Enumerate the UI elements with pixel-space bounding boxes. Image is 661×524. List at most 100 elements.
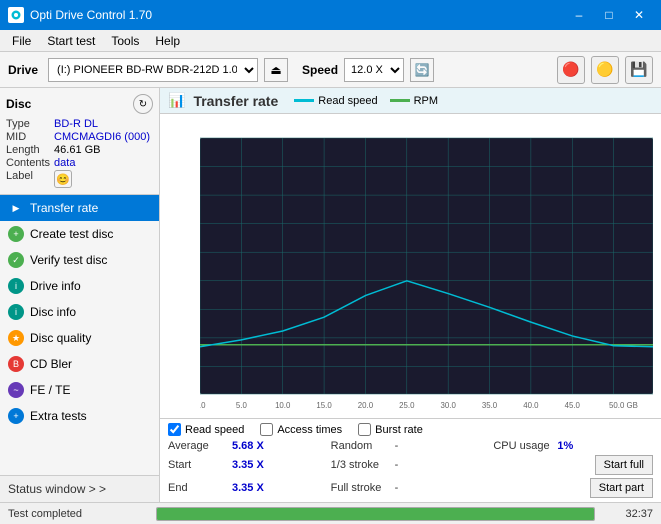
close-button[interactable]: ✕ (625, 5, 653, 25)
full-stroke-value: - (395, 482, 399, 494)
svg-text:30.0: 30.0 (441, 401, 457, 410)
create-test-disc-icon: + (8, 226, 24, 242)
end-stat: End 3.35 X (168, 478, 328, 498)
svg-text:35.0: 35.0 (482, 401, 498, 410)
cpu-usage-label: CPU usage (493, 440, 553, 452)
disc-type-label: Type (6, 118, 50, 130)
chart-area: 📊 Transfer rate Read speed RPM (160, 88, 661, 502)
drive-info-icon: i (8, 278, 24, 294)
burst-rate-checkbox-item: Burst rate (358, 423, 423, 436)
start-full-stat: Start full (493, 455, 653, 475)
disc-label-label: Label (6, 170, 50, 188)
menu-bar: File Start test Tools Help (0, 30, 661, 52)
sidebar: Disc ↻ Type BD-R DL MID CMCMAGDI6 (000) … (0, 88, 160, 502)
menu-help[interactable]: Help (147, 32, 188, 50)
disc-mid-value: CMCMAGDI6 (000) (54, 131, 153, 143)
drive-label: Drive (8, 63, 38, 77)
nav-extra-tests[interactable]: + Extra tests (0, 403, 159, 429)
fe-te-icon: ~ (8, 382, 24, 398)
disc-contents-label: Contents (6, 157, 50, 169)
legend-rpm-color (390, 99, 410, 102)
nav-transfer-rate-label: Transfer rate (30, 201, 98, 215)
legend-rpm: RPM (390, 95, 438, 107)
disc-label-edit[interactable]: 😊 (54, 170, 72, 188)
start-label: Start (168, 459, 228, 471)
settings-button[interactable]: 🔴 (557, 56, 585, 84)
nav-disc-quality[interactable]: ★ Disc quality (0, 325, 159, 351)
access-times-checkbox-item: Access times (260, 423, 342, 436)
legend-read-speed-color (294, 99, 314, 102)
chart-container: 18X 16X 14X 12X 10X 8X 6X 4X 2X 0.0 5.0 … (160, 114, 661, 418)
svg-text:40.0: 40.0 (523, 401, 539, 410)
burst-rate-checkbox[interactable] (358, 423, 371, 436)
average-value: 5.68 X (232, 440, 264, 452)
disc-refresh-button[interactable]: ↻ (133, 94, 153, 114)
start-stat: Start 3.35 X (168, 455, 328, 475)
cpu-usage-stat: CPU usage 1% (493, 440, 653, 452)
disc-label-value: 😊 (54, 170, 153, 188)
nav-cd-bler[interactable]: B CD Bler (0, 351, 159, 377)
menu-tools[interactable]: Tools (103, 32, 147, 50)
legend-read-speed: Read speed (294, 95, 377, 107)
nav-extra-tests-label: Extra tests (30, 409, 87, 423)
disc-info: Type BD-R DL MID CMCMAGDI6 (000) Length … (6, 118, 153, 188)
minimize-button[interactable]: – (565, 5, 593, 25)
main-layout: Disc ↻ Type BD-R DL MID CMCMAGDI6 (000) … (0, 88, 661, 502)
nav-drive-info[interactable]: i Drive info (0, 273, 159, 299)
nav-transfer-rate[interactable]: ▶ Transfer rate (0, 195, 159, 221)
random-label: Random (331, 440, 391, 452)
nav-disc-info-label: Disc info (30, 305, 76, 319)
start-part-button[interactable]: Start part (590, 478, 653, 498)
nav-section: ▶ Transfer rate + Create test disc ✓ Ver… (0, 195, 159, 475)
status-window-button[interactable]: Status window > > (0, 475, 159, 502)
nav-fe-te[interactable]: ~ FE / TE (0, 377, 159, 403)
chart-bottom: Read speed Access times Burst rate Avera… (160, 418, 661, 502)
chart-header: 📊 Transfer rate Read speed RPM (160, 88, 661, 114)
menu-start-test[interactable]: Start test (39, 32, 103, 50)
stats-grid: Average 5.68 X Random - CPU usage 1% Sta… (168, 440, 653, 498)
chart-title: Transfer rate (193, 93, 278, 109)
eject-button[interactable]: ⏏ (264, 58, 288, 82)
access-times-checkbox[interactable] (260, 423, 273, 436)
disc-section-title: Disc (6, 97, 31, 111)
toolbar: Drive (I:) PIONEER BD-RW BDR-212D 1.01 ⏏… (0, 52, 661, 88)
legend-rpm-label: RPM (414, 95, 438, 107)
random-value: - (395, 440, 399, 452)
read-speed-checkbox-item: Read speed (168, 423, 244, 436)
maximize-button[interactable]: □ (595, 5, 623, 25)
app-icon (8, 7, 24, 23)
legend-read-speed-label: Read speed (318, 95, 377, 107)
access-times-checkbox-label: Access times (277, 424, 342, 436)
start-value: 3.35 X (232, 459, 264, 471)
full-stroke-label: Full stroke (331, 482, 391, 494)
read-speed-checkbox[interactable] (168, 423, 181, 436)
transfer-rate-icon: ▶ (8, 200, 24, 216)
average-label: Average (168, 440, 228, 452)
nav-cd-bler-label: CD Bler (30, 357, 72, 371)
info-button[interactable]: 🟡 (591, 56, 619, 84)
speed-selector[interactable]: 12.0 X (344, 58, 404, 82)
nav-fe-te-label: FE / TE (30, 383, 70, 397)
save-button[interactable]: 💾 (625, 56, 653, 84)
start-part-stat: Start part (493, 478, 653, 498)
disc-contents-value: data (54, 157, 153, 169)
refresh-button[interactable]: 🔄 (410, 58, 434, 82)
time-display: 32:37 (603, 508, 653, 520)
nav-create-test-disc[interactable]: + Create test disc (0, 221, 159, 247)
start-full-button[interactable]: Start full (595, 455, 653, 475)
cd-bler-icon: B (8, 356, 24, 372)
chart-checkboxes: Read speed Access times Burst rate (168, 423, 653, 436)
stroke13-value: - (395, 459, 399, 471)
menu-file[interactable]: File (4, 32, 39, 50)
nav-verify-test-disc[interactable]: ✓ Verify test disc (0, 247, 159, 273)
random-stat: Random - (331, 440, 491, 452)
disc-type-value: BD-R DL (54, 118, 153, 130)
stroke13-stat: 1/3 stroke - (331, 455, 491, 475)
svg-text:20.0: 20.0 (358, 401, 374, 410)
svg-text:25.0: 25.0 (399, 401, 415, 410)
drive-selector[interactable]: (I:) PIONEER BD-RW BDR-212D 1.01 (48, 58, 258, 82)
nav-disc-info[interactable]: i Disc info (0, 299, 159, 325)
svg-text:15.0: 15.0 (316, 401, 332, 410)
status-window-label: Status window > > (8, 482, 106, 496)
nav-create-test-disc-label: Create test disc (30, 227, 113, 241)
